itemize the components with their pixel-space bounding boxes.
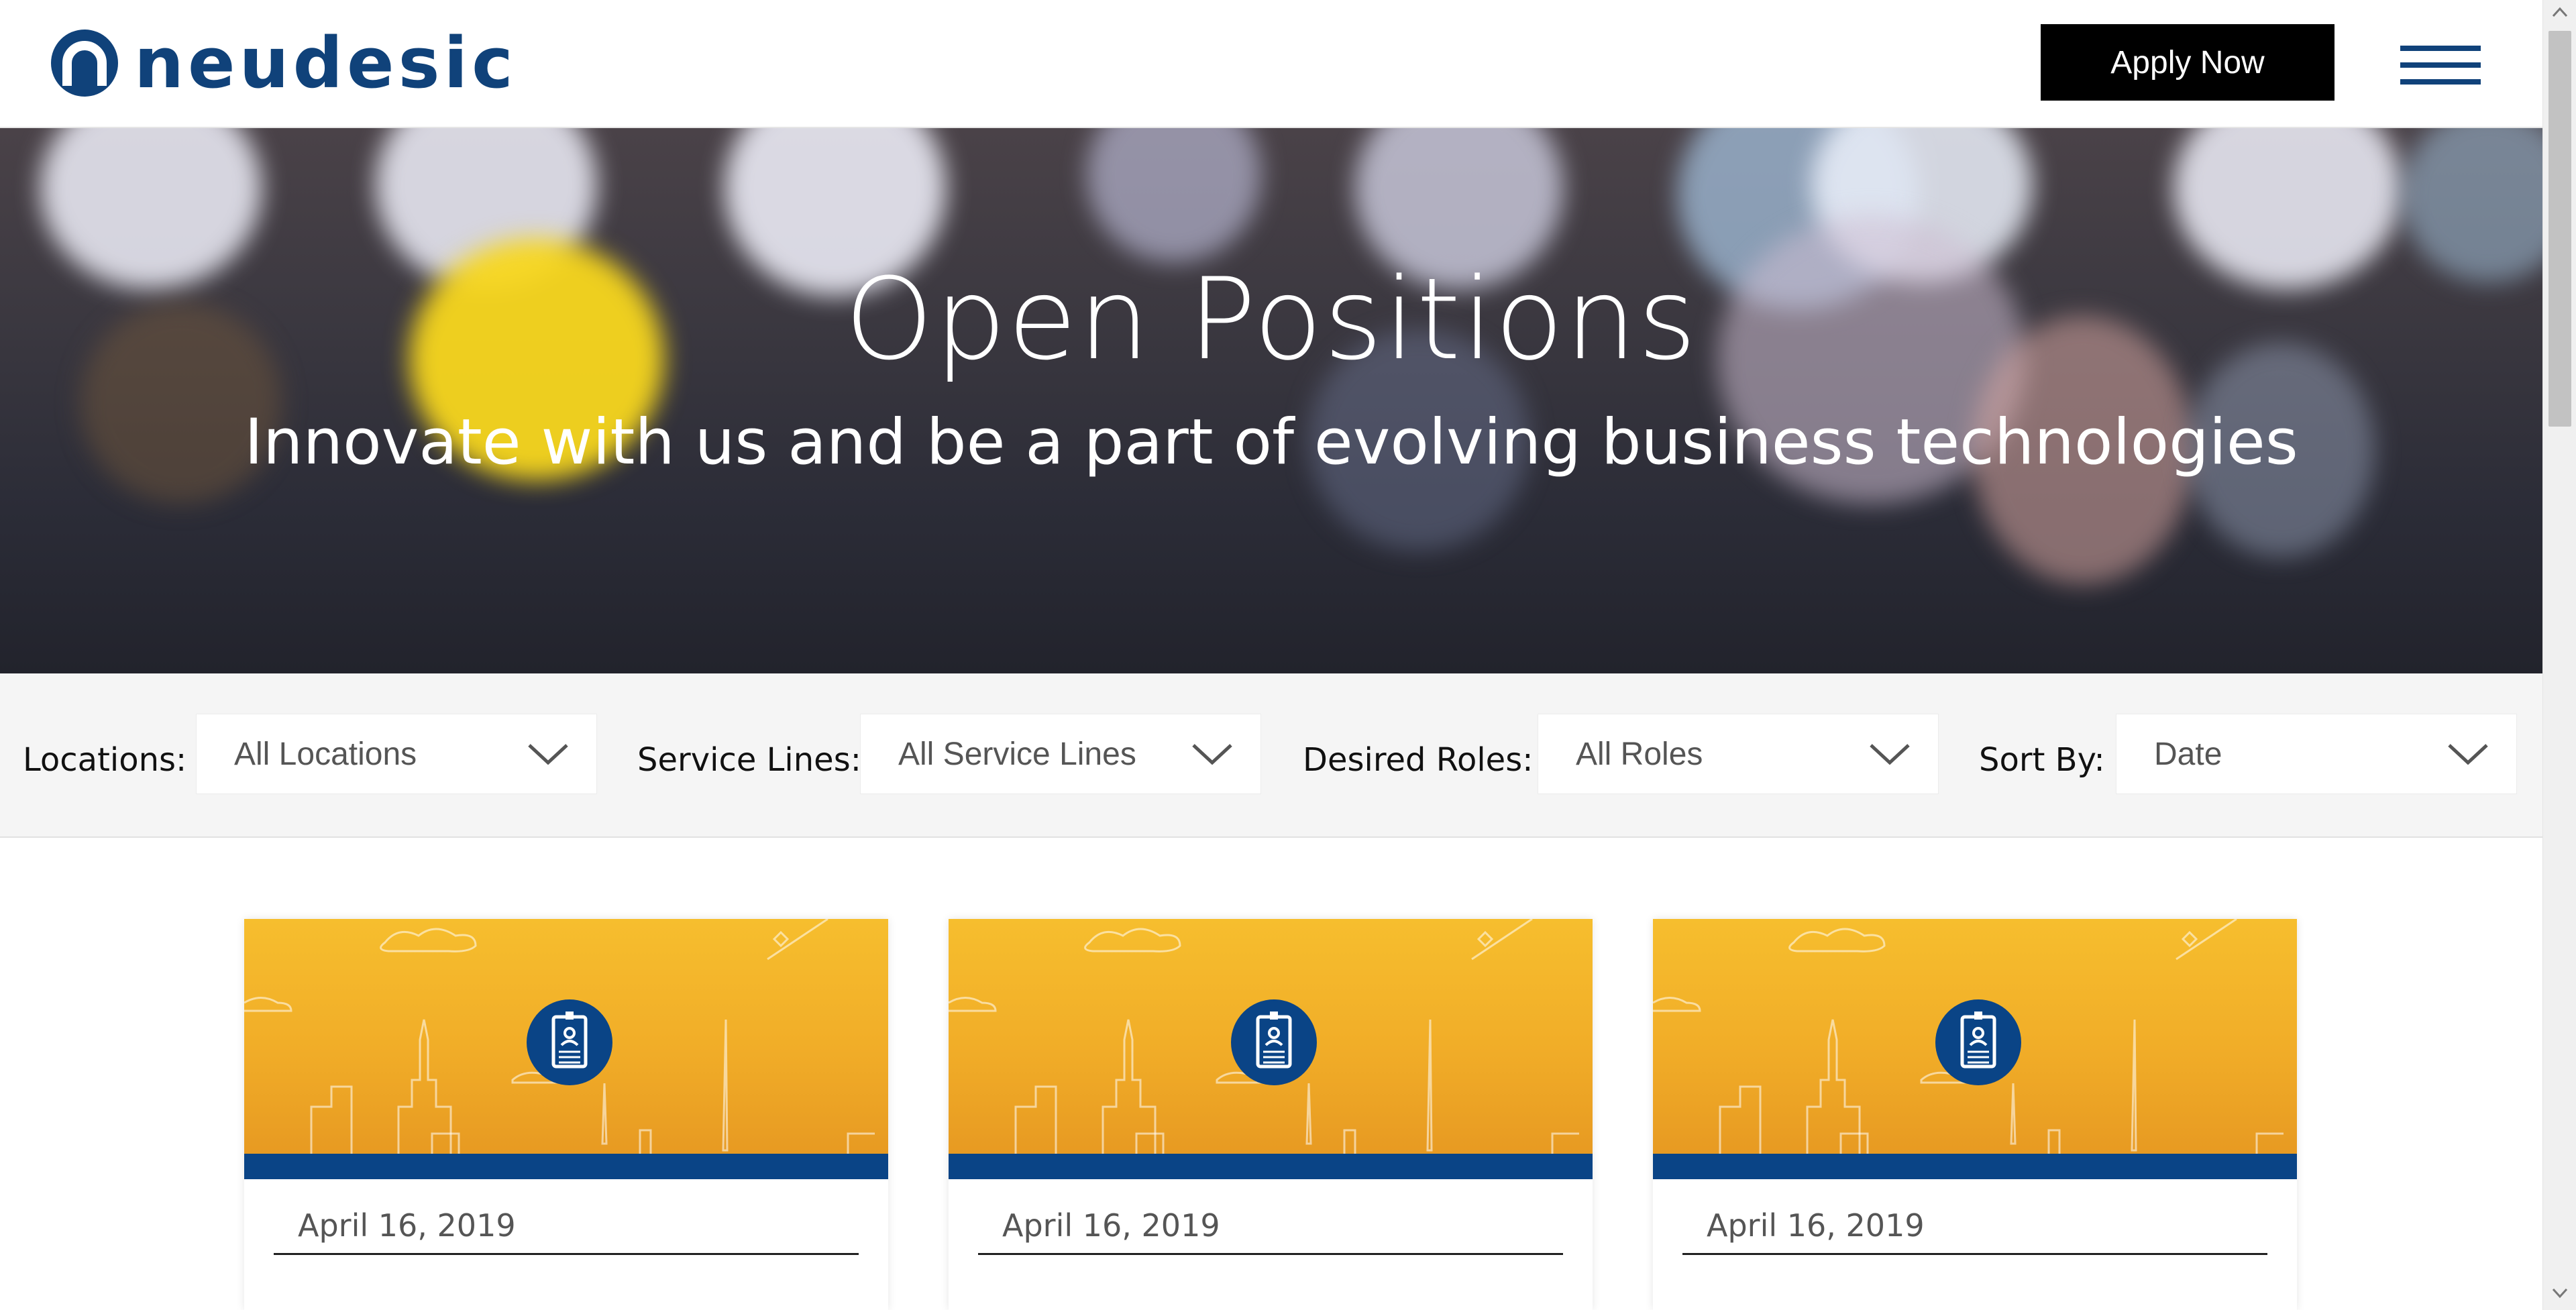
locations-select[interactable]: All Locations [196, 714, 597, 794]
id-badge-icon [1935, 999, 2021, 1085]
desired-roles-select[interactable]: All Roles [1538, 714, 1939, 794]
id-badge-icon [527, 999, 612, 1085]
scroll-up-arrow-icon[interactable] [2552, 7, 2568, 17]
card-accent-bar [949, 1154, 1593, 1179]
desired-roles-select-value: All Roles [1576, 736, 1703, 772]
chevron-down-icon [1870, 744, 1910, 765]
id-badge-icon [1231, 999, 1317, 1085]
card-date: April 16, 2019 [1002, 1207, 1220, 1244]
neudesic-logo[interactable]: neudesic [48, 25, 517, 101]
hero-banner: Open Positions Innovate with us and be a… [0, 128, 2542, 673]
page-title: Open Positions [845, 254, 1698, 385]
neudesic-logo-mark-icon [51, 30, 118, 97]
scrollbar-thumb[interactable] [2548, 31, 2571, 427]
page-scrollbar[interactable] [2542, 0, 2576, 1310]
card-accent-bar [1653, 1154, 2297, 1179]
locations-select-value: All Locations [234, 736, 417, 772]
locations-label: Locations: [23, 741, 187, 779]
logo-wordmark: neudesic [134, 22, 517, 104]
job-card[interactable]: April 16, 2019 [949, 919, 1593, 1310]
card-divider [1682, 1253, 2267, 1255]
hamburger-menu-icon[interactable] [2400, 46, 2481, 85]
desired-roles-label: Desired Roles: [1303, 741, 1534, 779]
card-divider [274, 1253, 859, 1255]
card-divider [978, 1253, 1563, 1255]
card-date: April 16, 2019 [1707, 1207, 1925, 1244]
sort-by-select[interactable]: Date [2116, 714, 2517, 794]
service-lines-select[interactable]: All Service Lines [860, 714, 1261, 794]
page-subtitle: Innovate with us and be a part of evolvi… [244, 406, 2298, 479]
job-card[interactable]: April 16, 2019 [244, 919, 888, 1310]
card-date: April 16, 2019 [298, 1207, 516, 1244]
chevron-down-icon [528, 744, 568, 765]
filter-bar: Locations: All Locations Service Lines: … [0, 673, 2542, 838]
sort-by-label: Sort By: [1979, 741, 2105, 779]
site-header: neudesic Apply Now [0, 0, 2542, 128]
card-accent-bar [244, 1154, 888, 1179]
service-lines-select-value: All Service Lines [898, 736, 1136, 772]
bokeh-light [1087, 128, 1261, 262]
sort-by-select-value: Date [2154, 736, 2222, 772]
apply-now-button[interactable]: Apply Now [2041, 24, 2334, 101]
job-card[interactable]: April 16, 2019 [1653, 919, 2297, 1310]
chevron-down-icon [1192, 744, 1232, 765]
scroll-down-arrow-icon[interactable] [2552, 1288, 2568, 1299]
service-lines-label: Service Lines: [637, 741, 861, 779]
chevron-down-icon [2448, 744, 2488, 765]
